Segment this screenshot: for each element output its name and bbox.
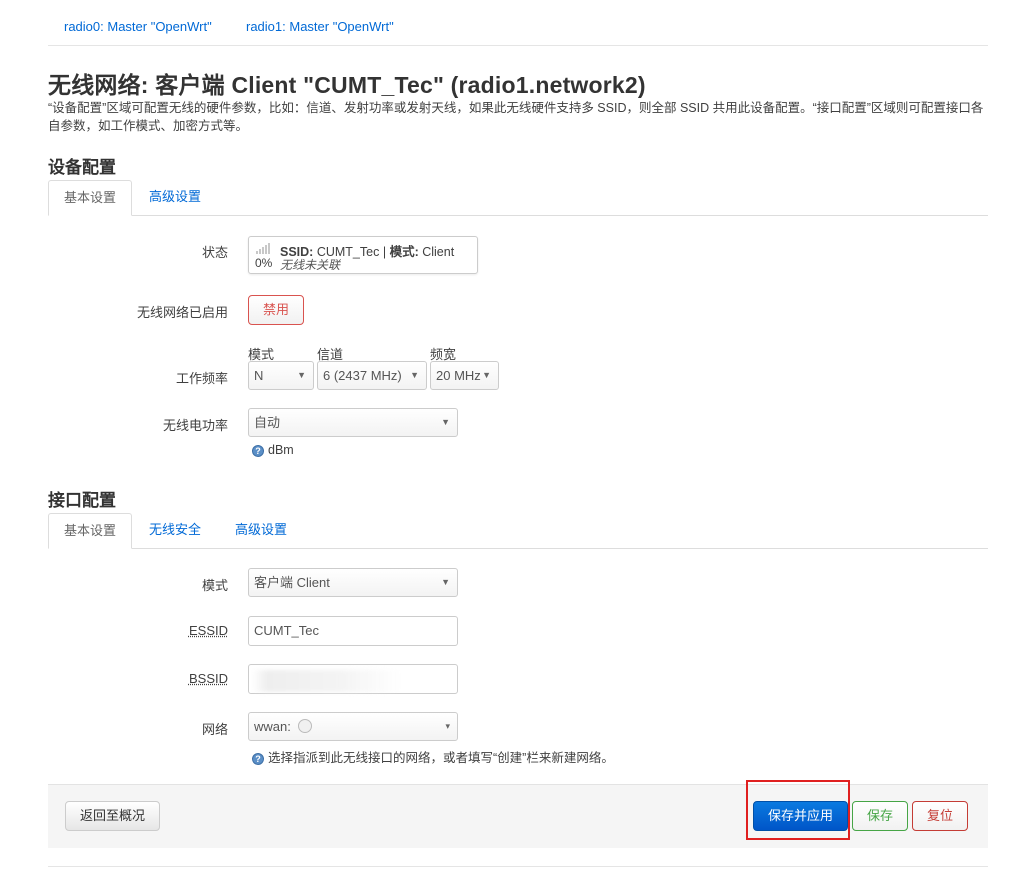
mode-key: 模式: xyxy=(389,245,419,259)
signal-percent: 0% xyxy=(255,256,273,270)
page-description: “设备配置”区域可配置无线的硬件参数，比如：信道、发射功率或发射天线，如果此无线… xyxy=(48,101,984,133)
frequency-label: 工作频率 xyxy=(175,371,228,386)
essid-label: ESSID xyxy=(188,623,228,638)
freq-channel-select[interactable]: 6 (2437 MHz) ▼ xyxy=(317,361,427,390)
redacted-value xyxy=(252,670,402,692)
tab-radio0[interactable]: radio0: Master "OpenWrt" xyxy=(64,19,212,34)
top-divider xyxy=(48,45,988,46)
network-select[interactable]: wwan: ▾ xyxy=(248,712,458,741)
interface-section-title: 接口配置 xyxy=(48,491,116,510)
page-title: 无线网络: 客户端 Client "CUMT_Tec" (radio1.netw… xyxy=(48,72,646,98)
essid-input[interactable]: CUMT_Tec xyxy=(248,616,458,646)
back-to-overview-button[interactable]: 返回至概况 xyxy=(65,801,160,831)
iface-mode-value: 客户端 Client xyxy=(254,575,330,590)
bottom-divider xyxy=(48,866,988,867)
network-label: 网络 xyxy=(201,722,228,737)
freq-width-value: 20 MHz xyxy=(436,368,481,383)
chevron-down-icon: ▼ xyxy=(441,417,450,427)
device-section-title: 设备配置 xyxy=(48,158,116,177)
disable-button[interactable]: 禁用 xyxy=(248,295,304,325)
freq-width-select[interactable]: 20 MHz ▼ xyxy=(430,361,499,390)
network-hint-text: 选择指派到此无线接口的网络，或者填写“创建”栏来新建网络。 xyxy=(268,751,614,765)
freq-mode-select[interactable]: N ▼ xyxy=(248,361,314,390)
txpower-select[interactable]: 自动 ▼ xyxy=(248,408,458,437)
bssid-label: BSSID xyxy=(188,671,228,686)
wifi-icon xyxy=(298,719,312,733)
status-box: SSID: CUMT_Tec | 模式: Client 0% 无线未关联 xyxy=(248,236,478,274)
reset-button[interactable]: 复位 xyxy=(912,801,968,831)
wireless-enabled-label: 无线网络已启用 xyxy=(136,305,228,320)
freq-mode-value: N xyxy=(254,368,264,383)
chevron-down-icon: ▼ xyxy=(482,370,491,380)
chevron-down-icon: ▾ xyxy=(445,721,450,731)
status-separator: | xyxy=(382,245,387,259)
iface-mode-label: 模式 xyxy=(201,578,228,593)
txpower-hint: ? dBm xyxy=(252,443,294,457)
chevron-down-icon: ▼ xyxy=(410,370,419,380)
network-value: wwan: xyxy=(254,719,291,734)
tab-device-advanced[interactable]: 高级设置 xyxy=(134,180,216,216)
interface-tabbar: 基本设置 无线安全 高级设置 xyxy=(48,513,988,549)
freq-channel-value: 6 (2437 MHz) xyxy=(323,368,402,383)
help-icon: ? xyxy=(252,752,264,765)
txpower-label: 无线电功率 xyxy=(162,418,228,433)
save-and-apply-button[interactable]: 保存并应用 xyxy=(753,801,848,831)
chevron-down-icon: ▼ xyxy=(297,370,306,380)
status-label: 状态 xyxy=(201,245,228,260)
help-icon: ? xyxy=(252,444,264,457)
tab-iface-security[interactable]: 无线安全 xyxy=(134,513,216,549)
mode-value: Client xyxy=(422,245,455,259)
network-hint: ? 选择指派到此无线接口的网络，或者填写“创建”栏来新建网络。 xyxy=(252,747,614,766)
association-status: 无线未关联 xyxy=(280,258,341,272)
tab-device-basic[interactable]: 基本设置 xyxy=(48,180,133,216)
signal-icon xyxy=(256,243,270,254)
txpower-unit: dBm xyxy=(268,443,294,457)
device-tabbar: 基本设置 高级设置 xyxy=(48,180,988,216)
iface-mode-select[interactable]: 客户端 Client ▼ xyxy=(248,568,458,597)
txpower-value: 自动 xyxy=(254,415,281,430)
tab-radio1[interactable]: radio1: Master "OpenWrt" xyxy=(246,19,394,34)
tab-iface-advanced[interactable]: 高级设置 xyxy=(220,513,302,549)
save-button[interactable]: 保存 xyxy=(852,801,908,831)
tab-iface-basic[interactable]: 基本设置 xyxy=(48,513,133,549)
chevron-down-icon: ▼ xyxy=(441,577,450,587)
